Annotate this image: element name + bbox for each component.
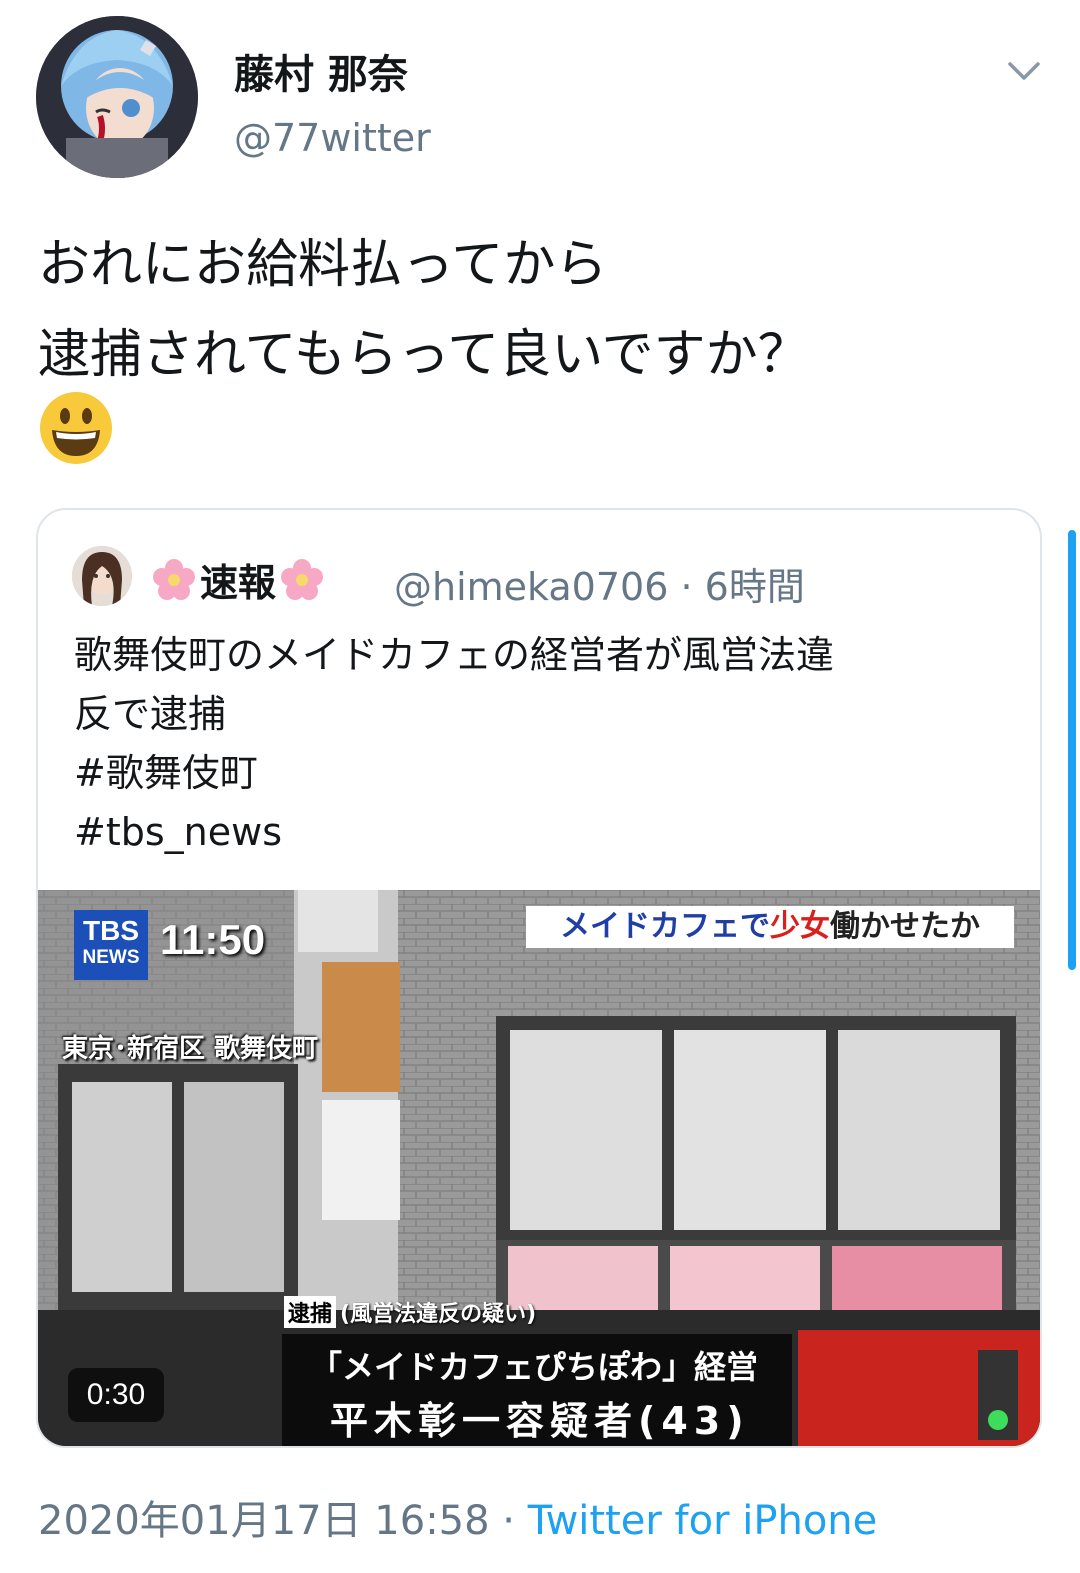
headline-part: 少女 — [770, 909, 830, 944]
video-player[interactable]: TBS NEWS 11:50 メイドカフェで少女働かせたか 東京･新宿区 歌舞伎… — [38, 890, 1040, 1446]
suspect-affiliation: 「メイドカフェぴちぽわ」経営 — [310, 1348, 759, 1386]
quoted-separator: · — [680, 565, 693, 609]
logo-bottom-text: NEWS — [82, 947, 140, 968]
tweet-timestamp[interactable]: 2020年01月17日 16:58 — [38, 1498, 490, 1544]
arrest-tag: 逮捕 — [284, 1296, 337, 1328]
tbs-news-logo: TBS NEWS — [74, 910, 148, 980]
hashtag-link[interactable]: #tbs_news — [74, 803, 1024, 862]
tweet-text: おれにお給料払ってから 逮捕されてもらって良いですか？ — [38, 220, 1048, 400]
video-duration: 0:30 — [68, 1368, 164, 1422]
author-avatar[interactable] — [36, 16, 198, 178]
logo-top-text: TBS — [83, 915, 139, 946]
headline-part: メイドカフェで — [560, 909, 770, 944]
tweet-source-link[interactable]: Twitter for iPhone — [528, 1498, 878, 1544]
quoted-avatar[interactable] — [72, 546, 132, 606]
tweet-text-line: 逮捕されてもらって良いですか？ — [38, 325, 810, 385]
quoted-name-text: 速報 — [200, 561, 277, 605]
tweet-footer: 2020年01月17日 16:58 · Twitter for iPhone — [38, 1488, 877, 1546]
arrest-reason: (風営法違反の疑い) — [340, 1302, 537, 1327]
quoted-tweet-header: 速報 @himeka0706 · 6時間 — [72, 544, 1022, 611]
broadcast-clock: 11:50 — [160, 916, 266, 963]
chevron-down-icon[interactable] — [1004, 50, 1044, 90]
quoted-tweet-card[interactable]: 速報 @himeka0706 · 6時間 歌舞伎町のメイドカフェの経営者が風営法… — [36, 508, 1042, 1448]
quoted-text-line: 歌舞伎町のメイドカフェの経営者が風営法違 — [74, 633, 835, 677]
cherry-blossom-icon — [281, 558, 324, 600]
quoted-tweet-text: 歌舞伎町のメイドカフェの経営者が風営法違 反で逮捕 #歌舞伎町 #tbs_new… — [74, 626, 1024, 862]
quoted-time[interactable]: 6時間 — [705, 565, 805, 609]
author-handle[interactable]: @77witter — [234, 116, 431, 160]
tweet-text-line: おれにお給料払ってから — [38, 235, 608, 295]
arrest-caption: 逮捕 (風営法違反の疑い) — [284, 1296, 536, 1328]
scrollbar[interactable] — [1068, 530, 1076, 970]
tweet-author: 藤村 那奈 @77witter — [36, 16, 1044, 186]
quoted-handle[interactable]: @himeka0706 — [394, 565, 668, 609]
quoted-text-line: 反で逮捕 — [74, 692, 227, 736]
quoted-avatar-image — [72, 546, 132, 606]
cherry-blossom-icon — [153, 558, 195, 600]
headline-part: 働かせたか — [830, 909, 980, 944]
footer-separator: · — [489, 1498, 528, 1544]
suspect-name: 平木彰一容疑者(43) — [330, 1399, 750, 1443]
quoted-display-name[interactable]: 速報 — [148, 552, 328, 607]
location-caption: 東京･新宿区 歌舞伎町 — [62, 1034, 319, 1064]
smiley-emoji-icon — [40, 392, 112, 464]
quoted-meta: @himeka0706 · 6時間 — [394, 556, 805, 611]
avatar-image — [36, 16, 198, 178]
author-display-name[interactable]: 藤村 那奈 — [234, 42, 408, 100]
news-headline: メイドカフェで少女働かせたか — [526, 906, 1014, 948]
hashtag-link[interactable]: #歌舞伎町 — [74, 744, 1024, 803]
